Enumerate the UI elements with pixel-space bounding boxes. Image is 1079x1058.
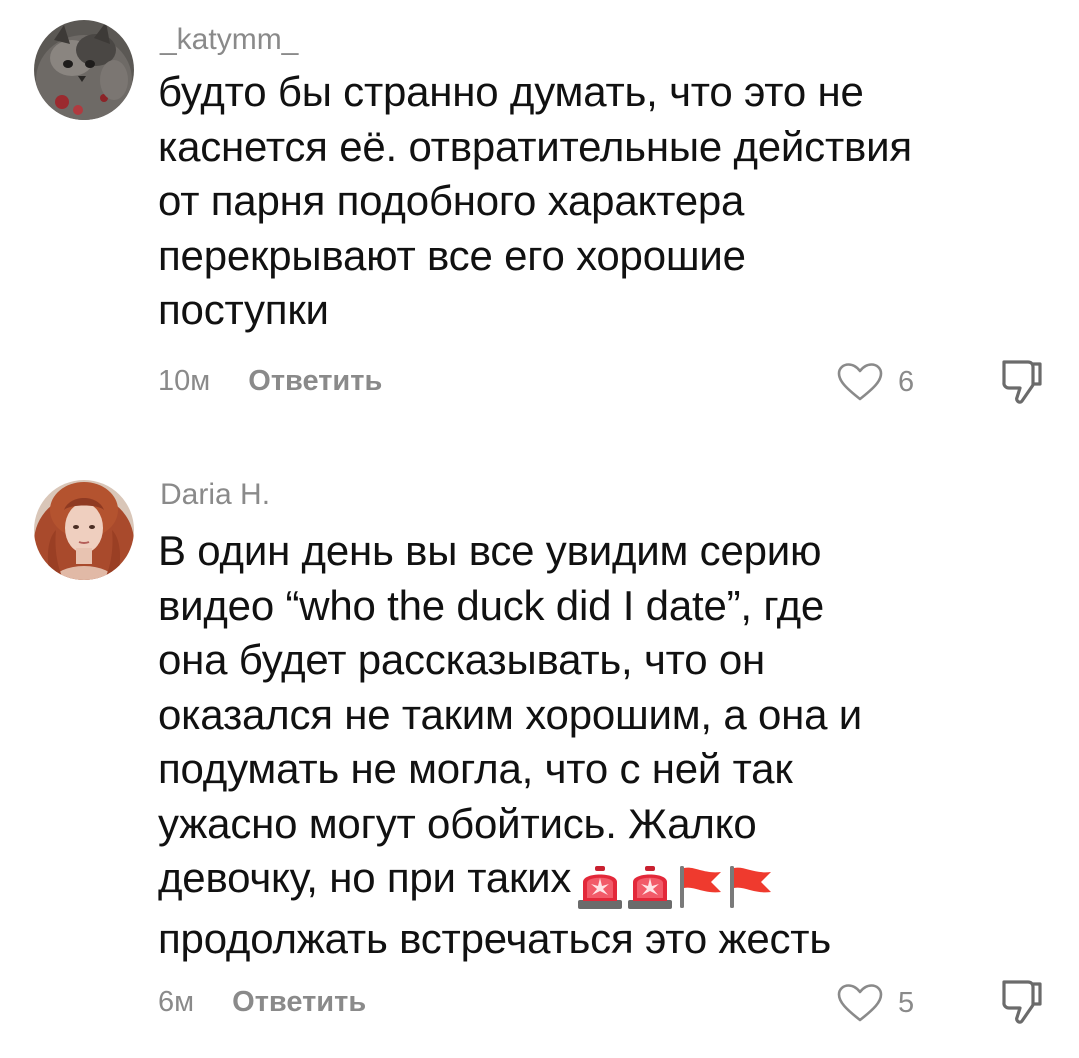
redhead-woman-avatar-icon [34,480,134,580]
comment-text-segment: девочку, но при таких [158,854,572,901]
thumbs-down-icon [1002,360,1042,404]
comment-username[interactable]: _katymm_ [160,22,298,58]
red-flag-emoji-icon [680,865,722,908]
dislike-button[interactable] [998,978,1046,1029]
comment-text-line: перекрывают все его хорошие [158,231,746,279]
heart-icon [837,984,883,1022]
like-button[interactable]: 5 [836,983,914,1023]
comment-text: В один день вы все увидим серию видео “w… [158,524,1058,966]
comment-text-line: поступки [158,286,329,333]
emoji-group [575,857,775,912]
like-count: 5 [898,987,915,1019]
dislike-button[interactable] [998,358,1046,409]
comment-text-line: подумать не могла, что с ней так [158,745,793,792]
comment-text-line: от парня подобного характера [158,177,745,224]
comment-meta: 6м Ответить [158,984,366,1020]
user-avatar[interactable] [34,480,134,580]
reply-button[interactable]: Ответить [232,984,366,1020]
user-avatar[interactable] [34,20,134,120]
comment-text-line: В один день вы все увидим серию [158,527,822,574]
comment-text-line: будто бы странно думать, что это не [158,68,864,115]
comment-item: Daria H. В один день вы все увидим серию… [0,440,1079,1058]
heart-icon [837,363,883,401]
comment-timestamp: 6м [158,986,195,1018]
red-flag-emoji-icon [730,865,772,908]
comment-text-line: продолжать встречаться это жесть [158,914,832,962]
comment-text-line: девочку, но при таких [158,851,1058,912]
comment-item: _katymm_ будто бы странно думать, что эт… [0,0,1079,440]
comment-text: будто бы странно думать, что это не касн… [158,65,1058,338]
comment-text-line: каснется её. отвратительные действия [158,122,912,170]
comment-text-line: видео “who the duck did I date”, где [158,581,825,629]
police-light-emoji-icon [628,865,673,909]
comment-text-line: ужасно могут обойтись. Жалко [158,799,757,847]
comment-username[interactable]: Daria H. [160,477,270,513]
thumbs-down-icon [1002,980,1042,1024]
comment-meta: 10м Ответить [158,363,382,399]
cat-avatar-icon [34,20,134,120]
reply-button[interactable]: Ответить [248,363,382,399]
comment-timestamp: 10м [158,365,211,397]
comment-text-line: оказался не таким хорошим, а она и [158,690,863,738]
police-light-emoji-icon [578,865,623,909]
like-count: 6 [898,366,915,398]
like-button[interactable]: 6 [836,362,914,402]
comment-text-line: она будет рассказывать, что он [158,636,765,683]
